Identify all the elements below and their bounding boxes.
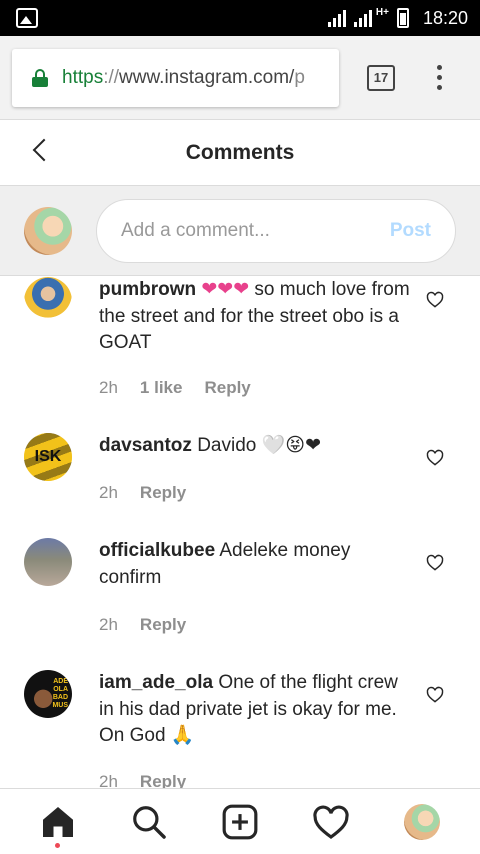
comment-time: 2h [99,615,118,634]
like-count[interactable]: 1 like [140,378,183,398]
nav-new-post[interactable] [216,798,264,846]
comment-username[interactable]: officialkubee [99,540,215,561]
bottom-navigation [0,788,480,854]
browser-toolbar: https://www.instagram.com/p 17 [0,36,480,120]
comment-time: 2h [99,378,118,397]
user-avatar[interactable]: ADE OLA BAD MUS [24,670,72,718]
comment-username[interactable]: iam_ade_ola [99,672,213,693]
comment-time: 2h [99,483,118,502]
back-chevron-icon[interactable] [32,138,56,162]
lock-icon [32,68,48,87]
user-avatar[interactable] [24,277,72,325]
url-text: https://www.instagram.com/p [62,66,305,88]
comment-text: Davido 🤍😝❤ [191,435,322,456]
home-icon [42,806,73,837]
profile-avatar [404,803,441,840]
comment-body: pumbrown ❤❤❤ so much love from the stree… [99,277,410,357]
reply-button[interactable]: Reply [204,378,250,398]
battery-icon [396,8,409,28]
network-type: H+ [375,6,389,18]
comment-time: 2h [99,772,118,789]
nav-profile[interactable] [398,798,446,846]
user-avatar[interactable] [24,538,72,586]
comments-header: Comments [0,120,480,186]
page-title: Comments [185,140,295,164]
new-post-icon [222,804,258,839]
comment-body: iam_ade_ola One of the flight crew in hi… [99,670,410,750]
notification-dot [55,842,61,848]
avatar-text: ADE OLA BAD MUS [52,678,68,709]
comment-meta: 2h 1 like Reply [99,378,251,398]
url-bar[interactable]: https://www.instagram.com/p [12,48,339,107]
status-icons: H+ 18:20 [327,6,468,29]
signal-icon [327,9,346,27]
nav-home[interactable] [34,798,82,848]
like-heart-icon[interactable] [426,554,444,571]
comment-placeholder: Add a comment... [121,219,270,241]
gallery-notification-icon [16,8,38,28]
search-icon [132,805,166,839]
nav-search[interactable] [125,798,173,846]
current-user-avatar [24,206,72,255]
status-bar: H+ 18:20 [0,0,480,36]
heart-emojis: ❤❤❤ [201,279,250,300]
reply-button[interactable]: Reply [140,772,186,789]
overflow-menu-icon[interactable] [437,65,442,90]
reply-button[interactable]: Reply [140,615,186,635]
reply-button[interactable]: Reply [140,483,186,503]
comment-meta: 2h Reply [99,483,186,503]
comment-body: davsantoz Davido 🤍😝❤ [99,433,410,460]
nav-activity[interactable] [307,798,355,846]
user-avatar[interactable]: ISK [24,433,72,481]
activity-heart-icon [313,805,349,839]
comment-meta: 2h Reply [99,772,186,789]
comment-composer: Add a comment... Post [0,186,480,276]
comment-input[interactable]: Add a comment... Post [96,198,456,263]
post-button[interactable]: Post [390,220,431,242]
comment-list[interactable]: pumbrown ❤❤❤ so much love from the stree… [0,277,480,789]
comment-meta: 2h Reply [99,615,186,635]
like-heart-icon[interactable] [426,449,444,466]
like-heart-icon[interactable] [426,291,444,308]
tab-switcher-button[interactable]: 17 [367,64,395,91]
avatar-text: ISK [24,433,72,481]
clock: 18:20 [422,7,468,28]
comment-username[interactable]: davsantoz [99,435,192,456]
signal-icon-2 [353,9,372,27]
comment-body: officialkubee Adeleke money confirm [99,538,410,591]
like-heart-icon[interactable] [426,686,444,703]
comment-username[interactable]: pumbrown [99,279,196,300]
